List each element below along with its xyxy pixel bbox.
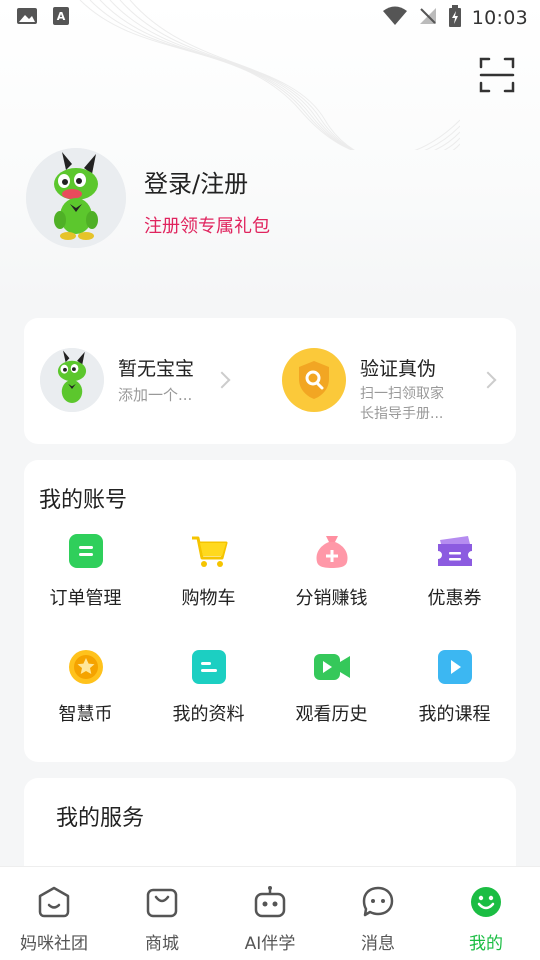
profile-section[interactable]: 登录/注册 注册领专属礼包 [24, 146, 516, 256]
order-icon [67, 532, 105, 570]
message-icon [361, 885, 395, 919]
accessibility-icon: A [52, 6, 70, 30]
login-register-link[interactable]: 登录/注册 [144, 164, 248, 199]
verify-authenticity-item[interactable]: 验证真伪 扫一扫领取家长指导手册... [282, 348, 502, 422]
verify-title: 验证真伪 [360, 358, 437, 380]
dog-mascot-icon [40, 348, 104, 412]
battery-charging-icon [448, 5, 462, 31]
grid-item-label: 我的课程 [418, 704, 491, 725]
baby-subtitle: 添加一个... [118, 386, 193, 404]
dog-mascot-icon [26, 148, 126, 248]
shop-bag-icon [145, 885, 179, 919]
tab-messages[interactable]: 消息 [324, 867, 432, 960]
verify-subtitle: 扫一扫领取家长指导手册... [360, 386, 444, 422]
grid-item-label: 购物车 [181, 588, 236, 609]
course-icon [436, 648, 474, 686]
avatar[interactable] [26, 148, 126, 248]
baby-card: 暂无宝宝 添加一个... 验证真伪 扫一扫领取家长指导手册... [24, 318, 516, 444]
video-icon [313, 648, 351, 686]
tab-community[interactable]: 妈咪社团 [0, 867, 108, 960]
scan-button[interactable] [478, 56, 516, 94]
baby-title: 暂无宝宝 [118, 358, 195, 380]
grid-item-label: 智慧币 [58, 704, 113, 725]
no-signal-icon [418, 6, 438, 30]
grid-item-watch-history[interactable]: 观看历史 [270, 648, 393, 732]
add-baby-item[interactable]: 暂无宝宝 添加一个... [40, 348, 240, 418]
coin-icon [67, 648, 105, 686]
grid-item-distribution[interactable]: 分销赚钱 [270, 532, 393, 616]
coupon-icon [436, 532, 474, 570]
tab-shop[interactable]: 商城 [108, 867, 216, 960]
my-service-title: 我的服务 [56, 806, 145, 831]
chevron-right-icon [479, 371, 497, 389]
grid-item-my-profile[interactable]: 我的资料 [147, 648, 270, 732]
grid-item-coupons[interactable]: 优惠券 [393, 532, 516, 616]
tab-label: 商城 [145, 934, 179, 954]
money-bag-icon [313, 532, 351, 570]
tab-label: 消息 [361, 934, 395, 954]
grid-item-label: 分销赚钱 [295, 588, 368, 609]
tab-label: AI伴学 [244, 934, 296, 954]
tab-ai-study[interactable]: AI伴学 [216, 867, 324, 960]
status-bar: A 10:03 [0, 0, 540, 36]
scan-icon [479, 57, 515, 93]
grid-item-label: 我的资料 [172, 704, 245, 725]
smile-icon [469, 885, 503, 919]
baby-avatar [40, 348, 104, 412]
clock: 10:03 [471, 7, 528, 29]
my-account-card: 我的账号 订单管理 购物车 分销赚钱 优惠券 智慧币 我的资料 观看历史 我的课… [24, 460, 516, 762]
grid-item-coins[interactable]: 智慧币 [24, 648, 147, 732]
shield-search-icon [282, 348, 346, 412]
register-gift-text[interactable]: 注册领专属礼包 [144, 212, 270, 238]
grid-item-cart[interactable]: 购物车 [147, 532, 270, 616]
community-icon [37, 885, 71, 919]
bottom-tab-bar: 妈咪社团 商城 AI伴学 消息 我的 [0, 866, 540, 960]
robot-icon [253, 885, 287, 919]
tab-label: 妈咪社团 [20, 934, 88, 954]
cart-icon [190, 532, 228, 570]
wifi-icon [382, 6, 408, 30]
tab-mine[interactable]: 我的 [432, 867, 540, 960]
grid-item-my-courses[interactable]: 我的课程 [393, 648, 516, 732]
image-icon [16, 6, 38, 30]
grid-item-orders[interactable]: 订单管理 [24, 532, 147, 616]
profile-doc-icon [190, 648, 228, 686]
svg-text:A: A [57, 10, 66, 23]
tab-label: 我的 [469, 934, 503, 954]
chevron-right-icon [213, 371, 231, 389]
grid-item-label: 优惠券 [427, 588, 482, 609]
my-account-title: 我的账号 [39, 488, 128, 513]
grid-item-label: 观看历史 [295, 704, 368, 725]
grid-item-label: 订单管理 [49, 588, 122, 609]
